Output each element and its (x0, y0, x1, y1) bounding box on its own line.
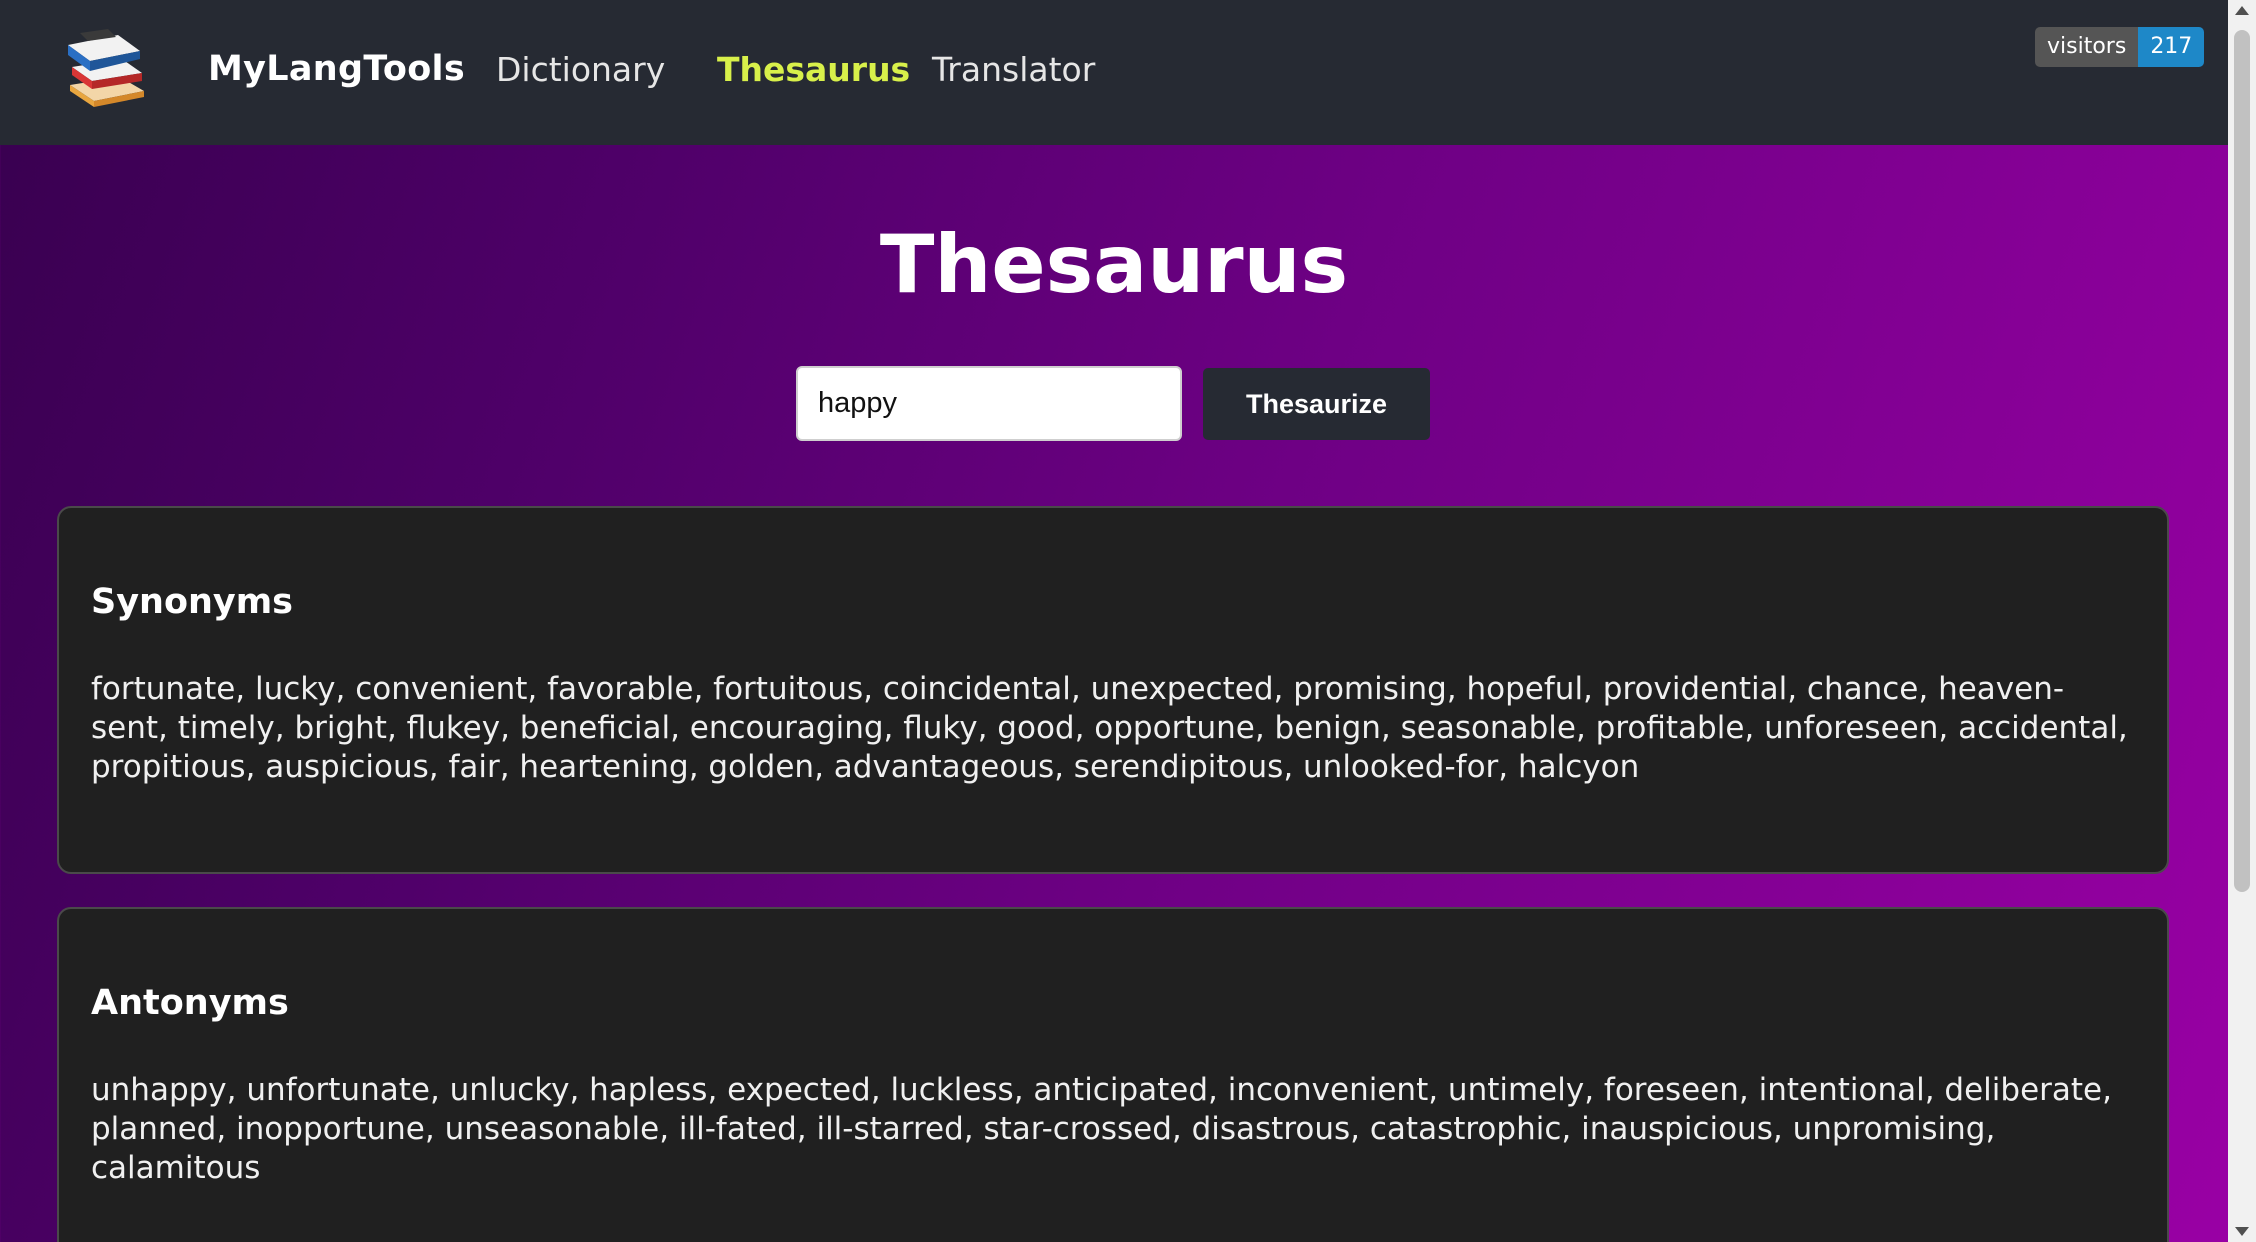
synonyms-heading: Synonyms (91, 582, 294, 622)
antonyms-card: Antonyms unhappy, unfortunate, unlucky, … (57, 907, 2169, 1242)
books-stack-icon[interactable] (60, 27, 148, 107)
synonyms-card: Synonyms fortunate, lucky, convenient, f… (57, 506, 2169, 874)
top-navbar: MyLangTools Dictionary Thesaurus Transla… (0, 0, 2228, 145)
thesaurize-button[interactable]: Thesaurize (1203, 368, 1430, 440)
scrollbar-thumb[interactable] (2234, 30, 2250, 892)
search-input[interactable] (796, 366, 1182, 441)
synonyms-list: fortunate, lucky, convenient, favorable,… (91, 671, 2128, 785)
page-scrollbar[interactable] (2228, 0, 2256, 1242)
visitors-label: visitors (2035, 27, 2139, 67)
scroll-up-icon[interactable] (2235, 6, 2249, 15)
visitors-count: 217 (2138, 27, 2205, 67)
nav-thesaurus[interactable]: Thesaurus (717, 50, 910, 89)
visitors-badge: visitors 217 (2035, 27, 2205, 67)
antonyms-heading: Antonyms (91, 983, 289, 1023)
scroll-down-icon[interactable] (2235, 1227, 2249, 1236)
brand-name[interactable]: MyLangTools (208, 49, 465, 89)
page-title: Thesaurus (879, 218, 1349, 311)
antonyms-list: unhappy, unfortunate, unlucky, hapless, … (91, 1072, 2112, 1186)
nav-dictionary[interactable]: Dictionary (496, 50, 665, 89)
nav-translator[interactable]: Translator (932, 50, 1095, 89)
